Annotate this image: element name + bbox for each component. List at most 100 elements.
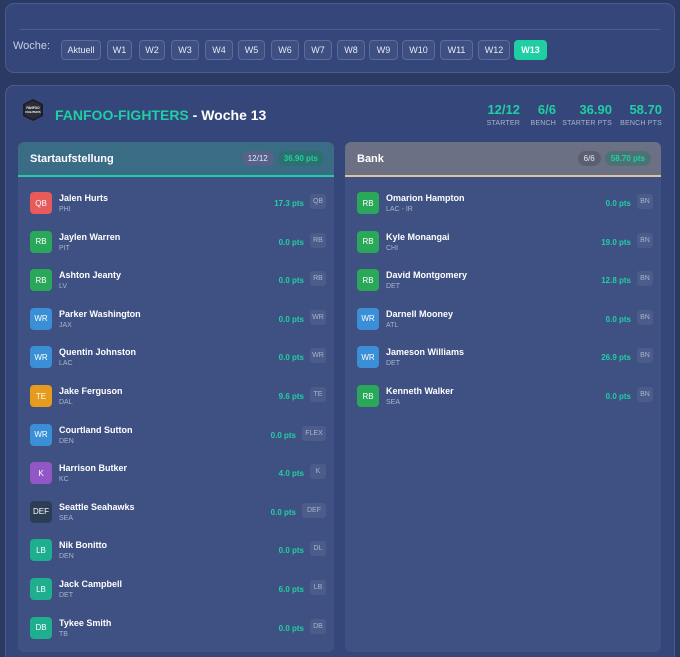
position-badge: RB	[357, 192, 379, 214]
slot-badge: BN	[637, 387, 653, 402]
player-points: 0.0 pts	[278, 546, 304, 556]
week-button-w9[interactable]: W9	[369, 40, 398, 60]
player-row[interactable]: RB Jaylen Warren PIT 0.0 pts RB	[18, 229, 334, 267]
player-points: 12.8 pts	[601, 276, 631, 286]
bench-count-badge: 6/6	[577, 151, 601, 166]
bench-title: Bank	[357, 152, 384, 165]
position-badge: TE	[30, 385, 52, 407]
position-badge: WR	[357, 346, 379, 369]
player-points: 4.0 pts	[278, 469, 304, 479]
player-name: Omarion Hampton	[386, 193, 465, 203]
position-badge: LB	[30, 578, 52, 600]
slot-badge: DL	[310, 541, 326, 557]
week-button-w13[interactable]: W13	[514, 40, 547, 60]
week-button-w1[interactable]: W1	[107, 40, 132, 60]
position-badge: WR	[30, 307, 52, 330]
player-team: CHI	[386, 244, 399, 252]
stat-value: 12/12	[487, 102, 520, 117]
player-name: Parker Washington	[59, 308, 141, 319]
team-logo: FANFOO FIGHTERS	[23, 99, 43, 121]
slot-badge: BN	[637, 232, 653, 248]
player-name: Courtland Sutton	[59, 424, 133, 435]
position-badge: LB	[30, 539, 52, 562]
player-row[interactable]: RB David Montgomery DET 12.8 pts BN	[345, 267, 661, 305]
position-badge: QB	[30, 192, 52, 214]
player-points: 0.0 pts	[278, 314, 304, 324]
player-row[interactable]: DB Tykee Smith TB 0.0 pts DB	[18, 615, 334, 652]
position-badge: WR	[30, 346, 52, 369]
player-row[interactable]: WR Courtland Sutton DEN 0.0 pts FLEX	[18, 422, 334, 460]
week-button-w7[interactable]: W7	[304, 40, 332, 60]
position-badge: RB	[30, 230, 52, 253]
player-points: 0.0 pts	[278, 623, 304, 633]
player-row[interactable]: WR Parker Washington JAX 0.0 pts WR	[18, 306, 334, 344]
slot-badge: DEF	[302, 502, 326, 518]
player-team: SEA	[386, 399, 401, 406]
stat-value: 58.70	[629, 102, 662, 117]
player-name: Ashton Jeanty	[59, 270, 122, 281]
week-button-w8[interactable]: W8	[337, 40, 365, 60]
player-name: Jaylen Warren	[59, 231, 121, 242]
slot-badge: K	[310, 464, 326, 480]
player-name: Kyle Monangai	[386, 231, 450, 242]
slot-badge: WR	[310, 309, 326, 325]
player-team: DET	[386, 360, 400, 368]
player-team: DAL	[59, 399, 73, 406]
player-row[interactable]: DEF Seattle Seahawks SEA 0.0 pts DEF	[18, 499, 334, 537]
week-button-w6[interactable]: W6	[271, 40, 299, 60]
player-points: 9.6 pts	[278, 392, 304, 401]
week-button-w11[interactable]: W11	[440, 40, 473, 60]
player-points: 19.0 pts	[601, 237, 631, 247]
player-name: Harrison Butker	[59, 463, 128, 474]
player-team: PIT	[59, 244, 70, 252]
player-points: 26.9 pts	[601, 353, 631, 363]
player-name: Kenneth Walker	[386, 386, 454, 396]
player-team: DEN	[59, 553, 74, 561]
stat-label: STARTER PTS	[562, 120, 612, 127]
player-row[interactable]: WR Darnell Mooney ATL 0.0 pts BN	[345, 306, 661, 344]
player-team: LAC	[59, 360, 73, 368]
player-team: PHI	[59, 206, 71, 213]
player-name: Tykee Smith	[59, 617, 112, 628]
player-team: DET	[386, 283, 400, 291]
player-row[interactable]: RB Kenneth Walker SEA 0.0 pts BN	[345, 383, 661, 421]
starters-header: Startaufstellung 12/12 36.90 pts	[18, 142, 334, 177]
player-name: Jalen Hurts	[59, 193, 109, 203]
player-row[interactable]: QB Jalen Hurts PHI 17.3 pts QB	[18, 190, 334, 228]
player-team: ATL	[386, 321, 399, 329]
week-button-w4[interactable]: W4	[205, 40, 233, 60]
player-points: 6.0 pts	[278, 585, 304, 594]
player-name: Nik Bonitto	[59, 540, 107, 551]
slot-badge: BN	[637, 309, 653, 325]
week-button-w2[interactable]: W2	[139, 40, 165, 60]
week-button-w10[interactable]: W10	[402, 40, 435, 60]
player-row[interactable]: LB Nik Bonitto DEN 0.0 pts DL	[18, 537, 334, 575]
stat-label: BENCH PTS	[620, 120, 662, 127]
slot-badge: BN	[637, 194, 653, 209]
position-badge: DEF	[30, 500, 52, 523]
page-title: FANFOO-FIGHTERS - Woche 13	[55, 107, 266, 123]
bench-header: Bank 6/6 58.70 pts	[345, 142, 661, 177]
divider	[20, 29, 660, 30]
week-button-w3[interactable]: W3	[171, 40, 199, 60]
player-points: 0.0 pts	[278, 276, 304, 286]
player-row[interactable]: RB Kyle Monangai CHI 19.0 pts BN	[345, 229, 661, 267]
player-name: Jake Ferguson	[59, 386, 123, 396]
starters-title: Startaufstellung	[30, 152, 114, 165]
player-team: DEN	[59, 437, 74, 445]
player-team: DET	[59, 592, 73, 599]
player-row[interactable]: LB Jack Campbell DET 6.0 pts LB	[18, 576, 334, 614]
player-row[interactable]: WR Jameson Williams DET 26.9 pts BN	[345, 344, 661, 382]
week-button-w12[interactable]: W12	[478, 40, 510, 60]
position-badge: WR	[30, 423, 52, 446]
player-row[interactable]: WR Quentin Johnston LAC 0.0 pts WR	[18, 344, 334, 382]
player-row[interactable]: TE Jake Ferguson DAL 9.6 pts TE	[18, 383, 334, 421]
week-button-aktuell[interactable]: Aktuell	[61, 40, 101, 60]
slot-badge: BN	[637, 348, 653, 364]
player-row[interactable]: RB Omarion Hampton LAC - IR 0.0 pts BN	[345, 190, 661, 228]
week-button-w5[interactable]: W5	[238, 40, 265, 60]
player-row[interactable]: RB Ashton Jeanty LV 0.0 pts RB	[18, 267, 334, 305]
position-badge: RB	[357, 269, 379, 292]
stat-bench: 6/6 BENCH	[530, 102, 556, 127]
player-row[interactable]: K Harrison Butker KC 4.0 pts K	[18, 460, 334, 498]
